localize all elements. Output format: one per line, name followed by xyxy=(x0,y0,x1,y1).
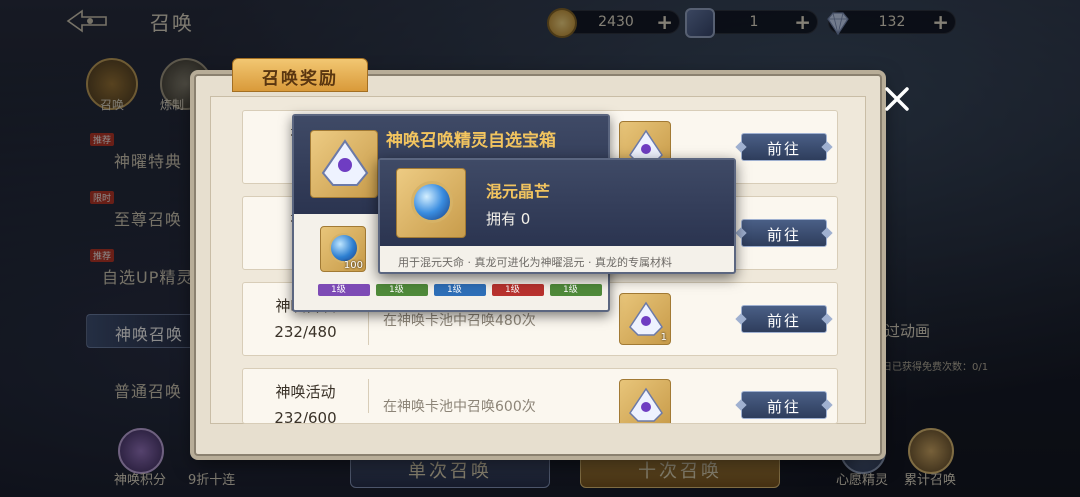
chest-icon xyxy=(629,387,663,422)
chest-icon xyxy=(321,139,369,186)
item-description: 用于混元天命 · 真龙可进化为神曜混元 · 真龙的专属材料 xyxy=(398,256,672,269)
close-icon xyxy=(885,87,909,111)
orb-icon xyxy=(329,233,359,263)
chest-preview xyxy=(310,130,378,198)
go-button[interactable]: 前往 xyxy=(741,391,827,419)
item-name: 混元晶芒 xyxy=(486,182,551,201)
level-chip: 1级 xyxy=(376,284,428,296)
item-owned-count: 拥有 0 xyxy=(486,210,531,228)
reward-row: 神唤活动 232/600 在神唤卡池中召唤600次 前往 xyxy=(242,368,838,424)
level-chip: 1级 xyxy=(434,284,486,296)
item-preview xyxy=(396,168,466,238)
chest-option-orb[interactable]: 100 xyxy=(320,226,366,272)
panel-tab-summon-rewards: 召唤奖励 xyxy=(232,58,368,92)
item-tooltip: 混元晶芒 拥有 0 用于混元天命 · 真龙可进化为神曜混元 · 真龙的专属材料 xyxy=(378,158,736,274)
level-chip: 1级 xyxy=(318,284,370,296)
reward-item-chest[interactable]: 1 xyxy=(619,293,671,345)
level-chip: 1级 xyxy=(492,284,544,296)
go-button[interactable]: 前往 xyxy=(741,305,827,333)
chest-title: 神唤召唤精灵自选宝箱 xyxy=(386,131,556,151)
level-chip: 1级 xyxy=(550,284,602,296)
go-button[interactable]: 前往 xyxy=(741,219,827,247)
crystal-orb-icon xyxy=(411,181,453,223)
go-button[interactable]: 前往 xyxy=(741,133,827,161)
reward-item-chest[interactable] xyxy=(619,379,671,423)
close-button[interactable] xyxy=(881,83,913,115)
